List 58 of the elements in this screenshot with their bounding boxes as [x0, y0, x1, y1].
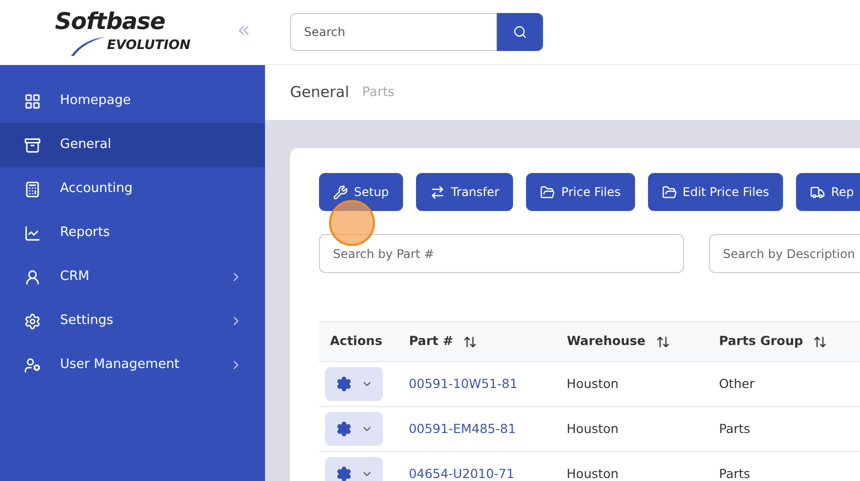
logo-subtext: EVOLUTION	[107, 38, 191, 52]
user-gear-icon	[24, 356, 41, 374]
part-link[interactable]: 00591-10W51-81	[408, 376, 518, 391]
column-header: Actions	[330, 332, 382, 350]
search-icon	[513, 25, 527, 39]
sidebar-label: Homepage	[60, 92, 132, 110]
part-link[interactable]: 00591-EM485-81	[408, 420, 516, 436]
sidebar-item[interactable]: Accounting	[0, 167, 265, 211]
user-icon	[24, 268, 41, 286]
sort-icon[interactable]	[656, 334, 670, 348]
wrench-icon	[333, 184, 348, 200]
table-cell: Houston	[566, 420, 619, 436]
sidebar-label: Accounting	[60, 180, 134, 198]
sidebar-item[interactable]: General	[0, 123, 265, 167]
filter-field[interactable]: Search by Part #	[319, 234, 684, 273]
table-cell: Parts	[718, 420, 750, 436]
sidebar-label: General	[60, 136, 112, 154]
arrows-icon	[430, 184, 445, 200]
sidebar-item[interactable]: Settings	[0, 299, 265, 343]
breadcrumb-item[interactable]: General	[290, 81, 350, 104]
table-cell: Parts	[718, 466, 750, 481]
sidebar-item[interactable]: User Management	[0, 343, 265, 387]
truck-icon	[810, 184, 826, 200]
search-field[interactable]: Search	[290, 13, 497, 51]
toolbar-button[interactable]: Edit Price Files	[648, 173, 784, 211]
actions-button[interactable]	[325, 412, 383, 446]
column-header[interactable]: Parts Group	[719, 332, 804, 351]
sort-icon[interactable]	[813, 334, 828, 348]
column-header[interactable]: Warehouse	[566, 332, 646, 351]
logo-text: Softbase	[55, 10, 166, 34]
swoosh-icon	[69, 36, 107, 58]
sidebar-label: Reports	[60, 224, 111, 242]
actions-button[interactable]	[325, 367, 383, 401]
column-header[interactable]: Part #	[408, 332, 454, 351]
part-link[interactable]: 04654-U2010-71	[408, 466, 514, 481]
toolbar-button[interactable]: Price Files	[526, 173, 635, 211]
actions-button[interactable]	[325, 457, 383, 481]
sidebar-label: User Management	[60, 356, 180, 374]
archive-icon	[24, 136, 41, 154]
toolbar-button[interactable]: Rep	[796, 173, 860, 211]
search-button[interactable]	[497, 13, 543, 51]
folder-icon	[540, 184, 556, 200]
toolbar-button[interactable]: Setup	[319, 173, 403, 211]
table-cell: Houston	[566, 376, 619, 391]
toolbar-button[interactable]: Transfer	[416, 173, 514, 211]
sort-icon[interactable]	[463, 334, 478, 348]
sidebar-item[interactable]: Reports	[0, 211, 265, 255]
table-cell: Other	[718, 376, 754, 391]
filter-field[interactable]: Search by Description	[709, 234, 860, 273]
sidebar-label: Settings	[60, 312, 114, 330]
sidebar-label: CRM	[60, 268, 90, 286]
chart-icon	[24, 224, 41, 242]
calculator-icon	[24, 180, 41, 198]
table-cell: Houston	[566, 466, 619, 481]
sidebar-item[interactable]: Homepage	[0, 79, 265, 123]
sidebar-item[interactable]: CRM	[0, 255, 265, 299]
grid-icon	[24, 92, 41, 110]
folder-icon	[662, 184, 677, 200]
